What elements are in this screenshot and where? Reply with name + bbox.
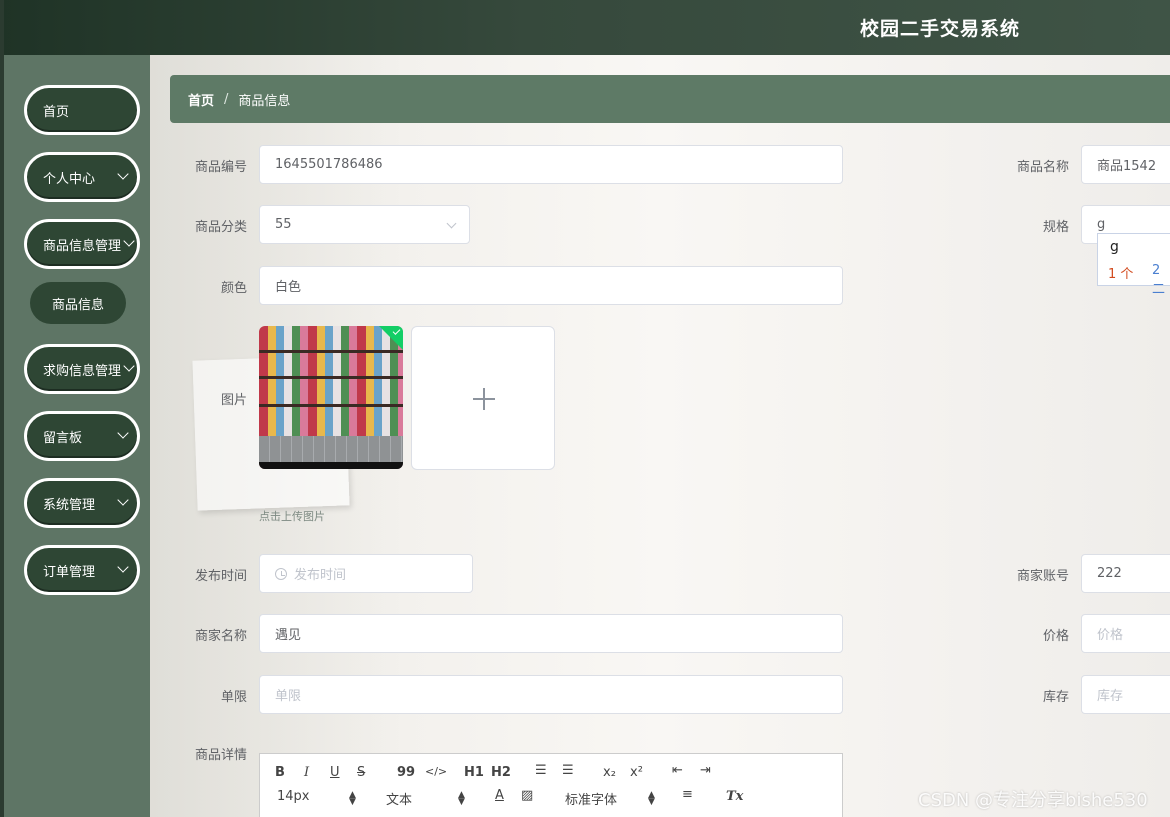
chevron-down-icon: [123, 360, 135, 372]
updown-icon: ▲ ▼: [648, 790, 655, 807]
chevron-down-icon: [117, 494, 129, 506]
plus-icon: [483, 388, 485, 410]
goods-name-input[interactable]: 商品1542: [1081, 145, 1170, 184]
upload-tip: 点击上传图片: [259, 510, 325, 523]
underline-button[interactable]: U: [330, 765, 340, 780]
menu-label: 订单管理: [43, 564, 96, 580]
bullet-list-icon[interactable]: ☰: [562, 763, 574, 778]
chevron-down-icon: [117, 168, 129, 180]
superscript-button[interactable]: x²: [630, 765, 643, 780]
merchant-name-label: 商家名称: [194, 629, 247, 644]
clock-icon: [275, 567, 287, 580]
color-input[interactable]: 白色: [259, 266, 843, 305]
merchant-name-input[interactable]: 遇见: [259, 614, 843, 653]
subscript-button[interactable]: x₂: [603, 765, 616, 780]
category-select[interactable]: 55: [259, 205, 470, 244]
publish-time-picker[interactable]: 发布时间: [259, 554, 473, 593]
image-label: 图片: [220, 393, 247, 408]
heading2-button[interactable]: H2: [491, 765, 511, 780]
price-label: 价格: [1042, 629, 1069, 644]
goods-no-input[interactable]: 1645501786486: [259, 145, 843, 184]
blockquote-button[interactable]: 99: [397, 765, 415, 780]
uploaded-image-thumbnail[interactable]: [259, 326, 403, 469]
menu-item-system-management[interactable]: 系统管理: [24, 478, 140, 528]
limit-label: 单限: [220, 690, 247, 705]
watermark: CSDN @专注分享bishe530: [918, 790, 1148, 811]
menu-item-personal-center[interactable]: 个人中心: [24, 152, 140, 202]
menu-item-order-management[interactable]: 订单管理: [24, 545, 140, 595]
align-icon[interactable]: ≡: [682, 787, 693, 802]
breadcrumb-separator: /: [224, 91, 229, 107]
background-color-icon[interactable]: ▨: [521, 788, 533, 803]
chevron-down-icon: [117, 427, 129, 439]
italic-button[interactable]: I: [304, 765, 309, 780]
menu-label: 首页: [43, 104, 70, 120]
font-color-icon[interactable]: A: [495, 788, 504, 803]
category-label: 商品分类: [194, 220, 247, 235]
menu-label: 个人中心: [43, 171, 96, 187]
main-content: 首页 / 商品信息 商品编号 1645501786486 商品名称 商品1542…: [150, 55, 1170, 817]
breadcrumb-current: 商品信息: [238, 93, 291, 109]
bold-button[interactable]: B: [275, 765, 285, 780]
shelf-line: [259, 404, 403, 407]
upload-button[interactable]: [411, 326, 555, 470]
menu-item-message-board[interactable]: 留言板: [24, 411, 140, 461]
heading1-button[interactable]: H1: [464, 765, 484, 780]
header-select[interactable]: 文本: [386, 789, 412, 808]
merchant-account-input[interactable]: 222: [1081, 554, 1170, 593]
menu-label: 系统管理: [43, 497, 96, 513]
goods-name-label: 商品名称: [1016, 160, 1069, 175]
menu-item-home[interactable]: 首页: [24, 85, 140, 135]
menu-item-purchase-management[interactable]: 求购信息管理: [24, 344, 140, 394]
menu-label: 商品信息管理: [43, 238, 122, 254]
shelf-line: [259, 376, 403, 379]
font-size-select[interactable]: 14px: [277, 789, 310, 804]
ordered-list-icon[interactable]: ☰: [535, 763, 547, 778]
ime-candidate-popup: g 1 个 2 二: [1097, 233, 1170, 297]
goods-no-label: 商品编号: [194, 160, 247, 175]
app-title: 校园二手交易系统: [860, 18, 1021, 40]
rich-text-editor[interactable]: B I U S 99 </> H1 H2 ☰ ☰ x₂ x² ⇤ ⇥ 14px …: [259, 753, 843, 817]
menu-label: 求购信息管理: [43, 363, 122, 379]
menu-item-goods-management[interactable]: 商品信息管理: [24, 219, 140, 269]
limit-input[interactable]: 单限: [259, 675, 843, 714]
top-header: 校园二手交易系统: [0, 0, 1170, 817]
price-input[interactable]: 价格: [1081, 614, 1170, 653]
sidebar: 首页 个人中心 商品信息管理 商品信息 求购信息管理 留言板 系统管理 订单管理: [4, 55, 150, 817]
ime-candidate[interactable]: 2 二: [1152, 263, 1170, 297]
menu-label: 留言板: [43, 430, 83, 446]
shelf-line: [259, 350, 403, 353]
font-family-select[interactable]: 标准字体: [565, 789, 617, 808]
stock-label: 库存: [1042, 690, 1069, 705]
chevron-down-icon: [117, 561, 129, 573]
code-block-button[interactable]: </>: [425, 765, 447, 778]
submenu-item-goods-info[interactable]: 商品信息: [30, 282, 126, 324]
category-value: 55: [275, 217, 292, 232]
updown-icon: ▲ ▼: [458, 790, 465, 807]
indent-icon[interactable]: ⇥: [700, 763, 711, 778]
details-label: 商品详情: [194, 748, 247, 763]
merchant-account-label: 商家账号: [1016, 569, 1069, 584]
publish-time-placeholder: 发布时间: [294, 568, 347, 583]
strike-button[interactable]: S: [357, 765, 365, 780]
breadcrumb: 首页 / 商品信息: [170, 75, 1170, 123]
ime-composition: g: [1110, 239, 1119, 255]
chevron-down-icon: [123, 235, 135, 247]
ime-candidate[interactable]: 1 个: [1108, 263, 1133, 282]
outdent-icon[interactable]: ⇤: [672, 763, 683, 778]
updown-icon: ▲ ▼: [349, 790, 356, 807]
spec-label: 规格: [1042, 220, 1069, 235]
clear-format-button[interactable]: Tx: [726, 789, 743, 804]
publish-time-label: 发布时间: [194, 569, 247, 584]
chevron-down-icon: [446, 218, 457, 229]
stock-input[interactable]: 库存: [1081, 675, 1170, 714]
breadcrumb-home[interactable]: 首页: [188, 90, 214, 109]
color-label: 颜色: [220, 281, 247, 296]
caption-strip: [259, 462, 403, 469]
